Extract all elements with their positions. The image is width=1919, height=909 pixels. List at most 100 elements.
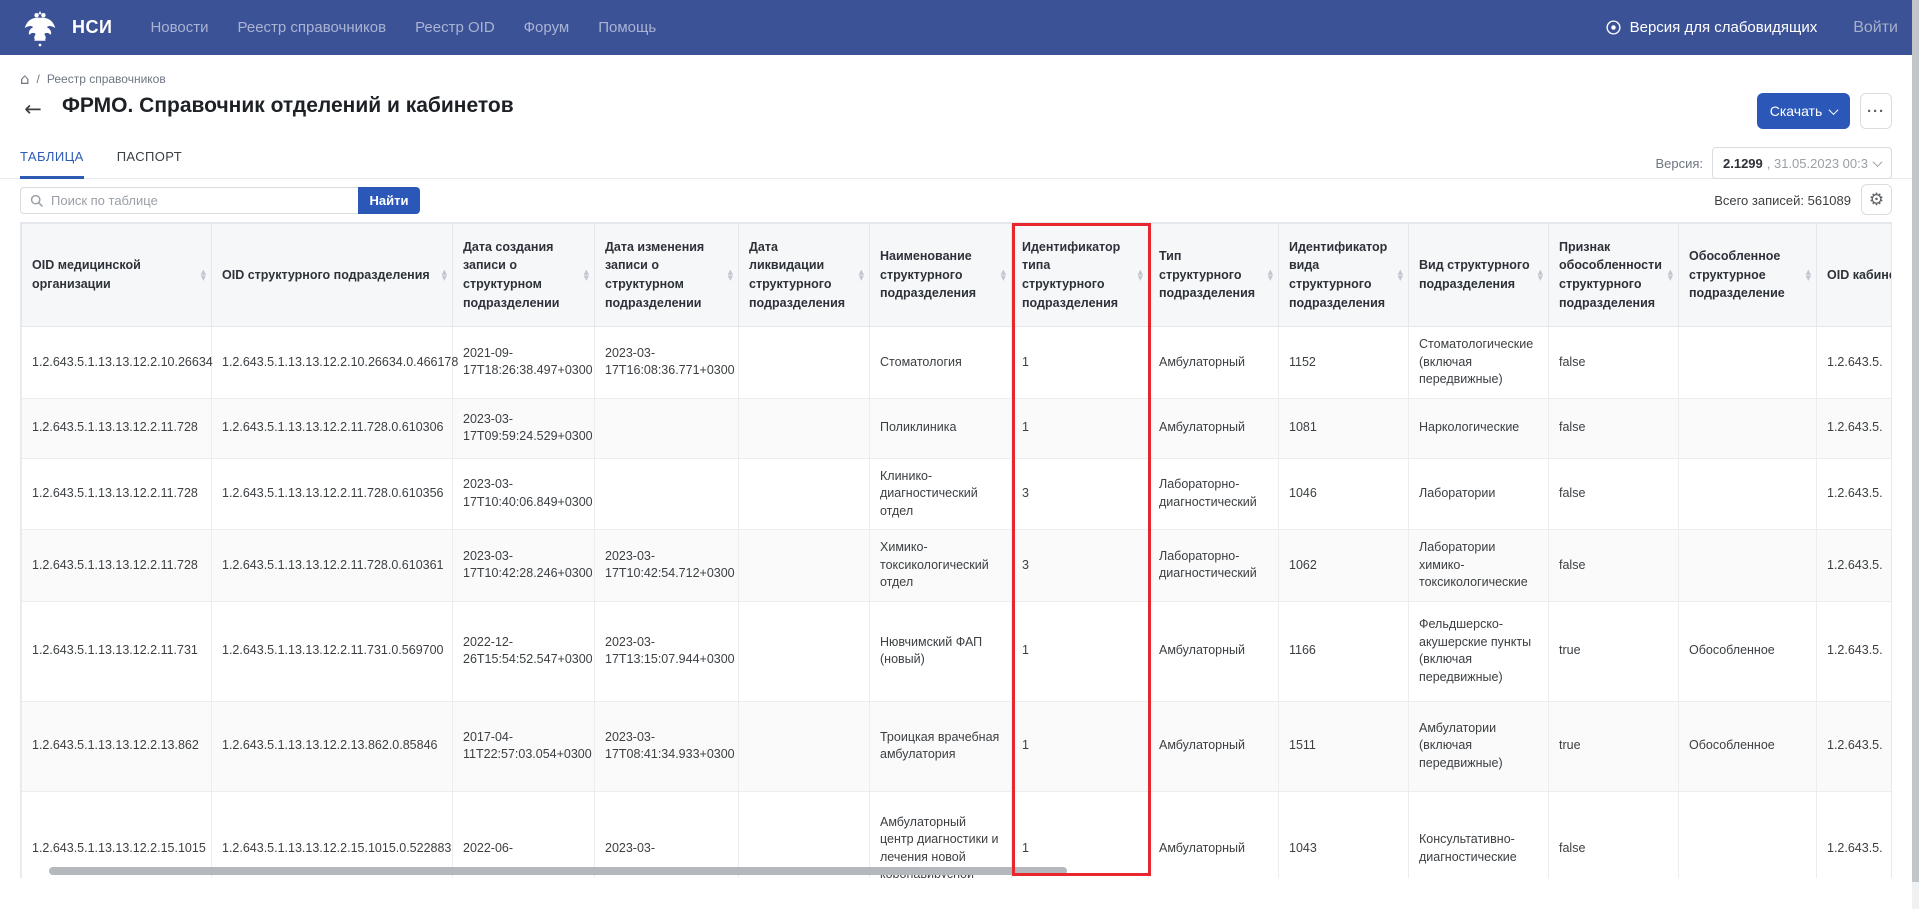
table-cell: 1046 <box>1279 458 1409 530</box>
table-row-4[interactable]: 1.2.643.5.1.13.13.12.2.11.7311.2.643.5.1… <box>22 601 1893 701</box>
table-cell: 1.2.643.5.1.13.13.12.2.13.862.0.85846 <box>212 701 453 791</box>
table-cell: 2017-04-11T22:57:03.054+0300 <box>453 701 595 791</box>
login-link[interactable]: Войти <box>1853 19 1898 37</box>
table-cell <box>1679 458 1817 530</box>
table-cell: Поликлиника <box>870 398 1012 458</box>
column-header-8[interactable]: Идентификатор вида структурного подразде… <box>1279 224 1409 327</box>
column-header-6[interactable]: Идентификатор типа структурного подразде… <box>1012 224 1149 327</box>
table-cell: Лаборатории <box>1409 458 1549 530</box>
column-header-4[interactable]: Дата ликвидации структурного подразделен… <box>739 224 870 327</box>
breadcrumb-item-registry[interactable]: Реестр справочников <box>47 72 166 86</box>
version-label: Версия: <box>1655 156 1703 171</box>
table-cell: Фельдшерско-акушерские пункты (включая п… <box>1409 601 1549 701</box>
table-cell: 2022-12-26T15:54:52.547+0300 <box>453 601 595 701</box>
sort-icon: ▲▼ <box>584 269 589 281</box>
version-control: Версия: 2.1299 , 31.05.2023 00:31 <box>1655 147 1892 179</box>
table-cell: true <box>1549 701 1679 791</box>
column-header-9[interactable]: Вид структурного подразделения▲▼ <box>1409 224 1549 327</box>
table-cell: 1.2.643.5. <box>1817 701 1893 791</box>
table-row-2[interactable]: 1.2.643.5.1.13.13.12.2.11.7281.2.643.5.1… <box>22 458 1893 530</box>
search-field[interactable] <box>20 187 358 214</box>
main-menu: Новости Реестр справочников Реестр OID Фору… <box>150 19 656 36</box>
column-header-3[interactable]: Дата изменения записи о структурном подр… <box>595 224 739 327</box>
column-header-11[interactable]: Обособленное структурное подразделение▲▼ <box>1679 224 1817 327</box>
column-header-7[interactable]: Тип структурного подразделения▲▼ <box>1149 224 1279 327</box>
column-header-label: Наименование структурного подразделения <box>880 249 976 301</box>
column-header-label: OID структурного подразделения <box>222 268 430 282</box>
more-actions-button[interactable]: ··· <box>1860 93 1892 129</box>
brand-nsi[interactable]: НСИ <box>72 17 112 38</box>
column-header-label: Дата ликвидации структурного подразделен… <box>749 240 845 310</box>
table-cell: Амбулаторный <box>1149 327 1279 399</box>
tab-table[interactable]: ТАБЛИЦА <box>20 149 84 179</box>
search-icon <box>30 194 44 208</box>
table-cell: 1 <box>1012 398 1149 458</box>
table-cell: 1.2.643.5.1.13.13.12.2.11.728 <box>22 530 212 602</box>
table-cell: Амбулатории (включая передвижные) <box>1409 701 1549 791</box>
column-header-2[interactable]: Дата создания записи о структурном подра… <box>453 224 595 327</box>
ellipsis-icon: ··· <box>1867 103 1885 120</box>
table-row-6[interactable]: 1.2.643.5.1.13.13.12.2.15.10151.2.643.5.… <box>22 791 1893 878</box>
accessibility-version-link[interactable]: Версия для слабовидящих <box>1605 19 1818 36</box>
table-cell: 1 <box>1012 791 1149 878</box>
table-cell: 1.2.643.5.1.13.13.12.2.15.1015 <box>22 791 212 878</box>
table-cell: Амбулаторный <box>1149 398 1279 458</box>
nav-item-1[interactable]: Реестр справочников <box>238 19 387 36</box>
table-cell: 1.2.643.5.1.13.13.12.2.10.26634.0.466178 <box>212 327 453 399</box>
table-row-5[interactable]: 1.2.643.5.1.13.13.12.2.13.8621.2.643.5.1… <box>22 701 1893 791</box>
table-cell: Лабораторно-диагностический <box>1149 530 1279 602</box>
table-row-1[interactable]: 1.2.643.5.1.13.13.12.2.11.7281.2.643.5.1… <box>22 398 1893 458</box>
table-cell: Амбулаторный центр диагностики и лечения… <box>870 791 1012 878</box>
column-header-10[interactable]: Признак обособленности структурного подр… <box>1549 224 1679 327</box>
table-settings-button[interactable]: ⚙ <box>1861 184 1892 215</box>
table-cell: 2023-03-17T10:42:28.246+0300 <box>453 530 595 602</box>
table-cell <box>739 701 870 791</box>
table-cell <box>739 530 870 602</box>
table-search: Найти <box>20 187 420 214</box>
find-button[interactable]: Найти <box>358 187 420 214</box>
nav-item-3[interactable]: Форум <box>524 19 570 36</box>
nav-item-2[interactable]: Реестр OID <box>415 19 495 36</box>
table-cell <box>595 458 739 530</box>
horizontal-scrollbar-thumb[interactable] <box>49 867 1067 875</box>
table-cell <box>1679 791 1817 878</box>
table-cell: 2023-03-17T10:42:54.712+0300 <box>595 530 739 602</box>
table-cell: 2023-03-17T10:40:06.849+0300 <box>453 458 595 530</box>
breadcrumb: ⌂ / Реестр справочников <box>20 72 166 86</box>
table-cell: 2023-03-17T13:15:07.944+0300 <box>595 601 739 701</box>
column-header-label: Тип структурного подразделения <box>1159 249 1255 301</box>
column-header-1[interactable]: OID структурного подразделения▲▼ <box>212 224 453 327</box>
table-cell <box>739 327 870 399</box>
column-header-label: Вид структурного подразделения <box>1419 258 1530 291</box>
vertical-scrollbar-thumb[interactable] <box>1912 0 1919 882</box>
table-cell: 1.2.643.5.1.13.13.12.2.11.728.0.610306 <box>212 398 453 458</box>
title-row: ← ФРМО. Справочник отделений и кабинетов… <box>0 92 1919 130</box>
nav-item-0[interactable]: Новости <box>150 19 208 36</box>
table-cell: 1.2.643.5. <box>1817 327 1893 399</box>
navbar-left: НСИ Новости Реестр справочников Реестр OID… <box>23 8 656 48</box>
table-cell: Амбулаторный <box>1149 601 1279 701</box>
sort-icon: ▲▼ <box>1001 269 1006 281</box>
table-cell: 1.2.643.5. <box>1817 458 1893 530</box>
column-header-12[interactable]: OID кабинета▲▼ <box>1817 224 1893 327</box>
column-header-5[interactable]: Наименование структурного подразделения ▲… <box>870 224 1012 327</box>
total-records-label: Всего записей: 561089 <box>1714 193 1851 208</box>
gear-icon: ⚙ <box>1869 190 1884 210</box>
table-cell <box>739 601 870 701</box>
table-cell: 2022-06- <box>453 791 595 878</box>
search-input[interactable] <box>51 193 349 208</box>
table-cell <box>739 398 870 458</box>
back-button[interactable]: ← <box>20 96 46 122</box>
table-row-0[interactable]: 1.2.643.5.1.13.13.12.2.10.266341.2.643.5… <box>22 327 1893 399</box>
table-cell: Лабораторно-диагностический <box>1149 458 1279 530</box>
tab-passport[interactable]: ПАСПОРТ <box>117 149 182 179</box>
column-header-label: Обособленное структурное подразделение <box>1689 249 1785 301</box>
column-header-0[interactable]: OID медицинской организации▲▼ <box>22 224 212 327</box>
download-button[interactable]: Скачать <box>1757 93 1850 129</box>
home-icon[interactable]: ⌂ <box>20 73 30 85</box>
table-row-3[interactable]: 1.2.643.5.1.13.13.12.2.11.7281.2.643.5.1… <box>22 530 1893 602</box>
version-select[interactable]: 2.1299 , 31.05.2023 00:31 <box>1712 147 1892 179</box>
nav-item-4[interactable]: Помощь <box>598 19 656 36</box>
table-cell <box>739 791 870 878</box>
coat-of-arms-logo[interactable] <box>23 8 57 48</box>
